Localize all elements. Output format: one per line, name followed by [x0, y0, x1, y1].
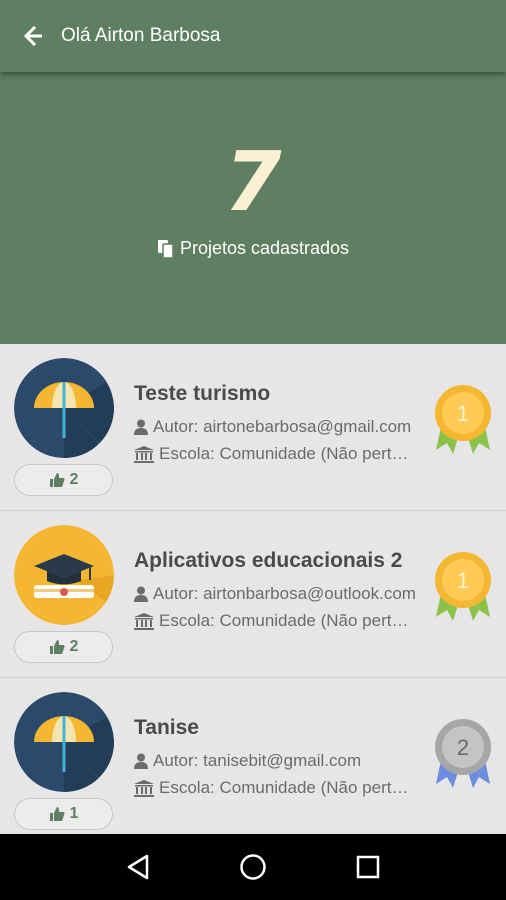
like-button[interactable]: 2	[14, 631, 113, 663]
gold-medal-icon: 1	[435, 552, 491, 621]
project-author: Autor: airtonbarbosa@outlook.com	[134, 584, 416, 604]
system-nav-bar	[0, 834, 506, 900]
list-item[interactable]: 2 Teste turismo Autor: airtonebarbosa@gm…	[0, 344, 506, 511]
projects-summary: 7 Projetos cadastrados	[0, 72, 506, 344]
medal-rank: 1	[457, 401, 469, 426]
project-school: Escola: Comunidade (Não pertence a uma e…	[134, 444, 416, 464]
list-item[interactable]: 1 Tanise Autor: tanisebit@gmail.com Esco…	[0, 678, 506, 834]
back-button[interactable]	[17, 19, 51, 53]
graduation-cap-icon	[14, 525, 114, 625]
like-count: 1	[69, 805, 79, 822]
circle-home-icon	[240, 854, 266, 880]
project-school: Escola: Comunidade (Não pertence a uma e…	[134, 778, 416, 798]
project-list[interactable]: 2 Teste turismo Autor: airtonebarbosa@gm…	[0, 344, 506, 834]
project-author: Autor: airtonebarbosa@gmail.com	[134, 417, 416, 437]
user-icon	[134, 419, 148, 435]
project-title[interactable]: Aplicativos educacionais 2	[134, 549, 402, 573]
project-author: Autor: tanisebit@gmail.com	[134, 751, 416, 771]
nav-back-button[interactable]	[116, 845, 160, 889]
like-button[interactable]: 2	[14, 464, 113, 496]
projects-count-label-row: Projetos cadastrados	[0, 238, 506, 259]
thumbs-up-icon	[49, 639, 65, 655]
user-icon	[134, 586, 148, 602]
like-count: 2	[69, 638, 79, 655]
institution-icon	[134, 779, 154, 797]
square-recents-icon	[357, 855, 380, 879]
institution-icon	[134, 612, 154, 630]
thumbs-up-icon	[49, 806, 65, 822]
triangle-back-icon	[127, 854, 148, 880]
umbrella-icon	[14, 692, 114, 792]
nav-home-button[interactable]	[231, 845, 275, 889]
arrow-left-icon	[24, 26, 42, 46]
like-button[interactable]: 1	[14, 798, 113, 830]
umbrella-icon	[14, 358, 114, 458]
medal-rank: 1	[457, 568, 469, 593]
gold-medal-icon: 1	[435, 385, 491, 454]
thumbs-up-icon	[49, 472, 65, 488]
medal-rank: 2	[457, 735, 469, 760]
project-title[interactable]: Tanise	[134, 716, 199, 740]
project-school: Escola: Comunidade (Não pertence a uma e…	[134, 611, 416, 631]
project-title[interactable]: Teste turismo	[134, 382, 270, 406]
projects-count-label: Projetos cadastrados	[179, 238, 350, 258]
projects-count: 7	[224, 135, 282, 230]
app-bar: Olá Airton Barbosa	[0, 0, 506, 72]
institution-icon	[134, 445, 154, 463]
nav-recents-button[interactable]	[346, 845, 390, 889]
user-icon	[134, 753, 148, 769]
like-count: 2	[69, 471, 79, 488]
copy-icon	[157, 239, 175, 259]
page-title: Olá Airton Barbosa	[61, 25, 221, 46]
list-item[interactable]: 2 Aplicativos educacionais 2 Autor: airt…	[0, 511, 506, 678]
silver-medal-icon: 2	[435, 719, 491, 788]
